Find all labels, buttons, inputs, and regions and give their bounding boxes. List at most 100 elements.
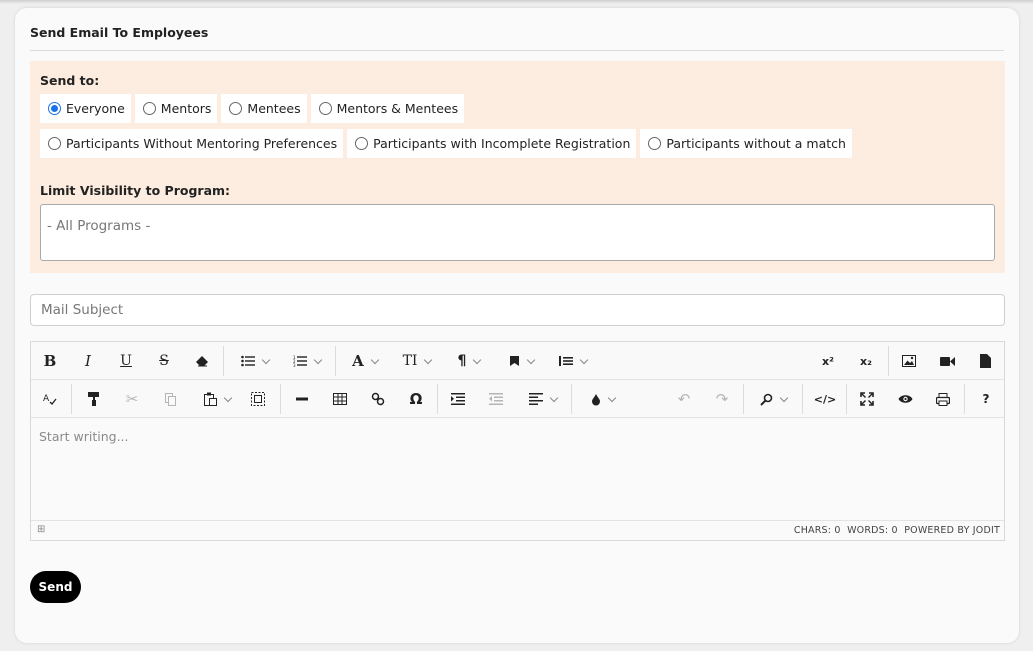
radio-incomplete-registration-label: Participants with Incomplete Registratio… <box>373 136 631 151</box>
card-title: Send Email To Employees <box>30 25 209 40</box>
radio-mentees-dot[interactable] <box>229 102 243 115</box>
font-button[interactable]: A <box>343 342 387 380</box>
send-button[interactable]: Send <box>30 571 81 603</box>
classes-button[interactable] <box>499 342 543 380</box>
bullet-list-button[interactable] <box>233 342 277 380</box>
visibility-label: Limit Visibility to Program: <box>40 183 231 198</box>
subscript-button[interactable]: x₂ <box>851 342 881 380</box>
mail-subject-placeholder: Mail Subject <box>41 302 124 318</box>
table-icon[interactable] <box>327 380 353 418</box>
font-size-button[interactable]: TI <box>395 342 439 380</box>
radio-mentors-mentees[interactable]: Mentors & Mentees <box>310 94 465 123</box>
editor-placeholder: Start writing... <box>39 429 129 444</box>
radio-mentors[interactable]: Mentors <box>134 94 218 123</box>
font-size-glyph: TI <box>402 353 418 369</box>
toolbar-separator <box>335 346 336 376</box>
powered-by-link[interactable]: POWERED BY JODIT <box>904 525 1000 536</box>
paragraph-glyph: ¶ <box>457 353 467 369</box>
toolbar-separator <box>280 384 281 414</box>
word-count: WORDS: 0 <box>847 525 898 536</box>
editor-content-area[interactable]: Start writing... <box>31 419 1004 520</box>
radio-no-preferences[interactable]: Participants Without Mentoring Preferenc… <box>40 129 344 158</box>
toolbar-separator <box>846 384 847 414</box>
program-select-value: - All Programs - <box>47 218 151 234</box>
toolbar-separator <box>437 384 438 414</box>
radio-everyone-label: Everyone <box>66 101 125 116</box>
radio-mentors-mentees-label: Mentors & Mentees <box>336 101 459 116</box>
title-divider <box>30 50 1004 51</box>
radio-mentees-label: Mentees <box>247 101 301 116</box>
video-icon[interactable] <box>931 342 963 380</box>
radio-without-match-label: Participants without a match <box>666 136 846 151</box>
find-replace-icon[interactable] <box>751 380 795 418</box>
preview-eye-icon[interactable] <box>889 380 921 418</box>
format-painter-icon[interactable] <box>81 380 107 418</box>
radio-mentees[interactable]: Mentees <box>221 94 307 123</box>
fullscreen-icon[interactable] <box>851 380 883 418</box>
email-card: Send Email To Employees Send to: Everyon… <box>15 8 1019 643</box>
toolbar-separator <box>888 346 889 376</box>
radio-mentors-mentees-dot[interactable] <box>318 102 332 115</box>
svg-text:3: 3 <box>293 363 296 367</box>
color-brush-icon[interactable] <box>581 380 625 418</box>
link-icon[interactable] <box>365 380 391 418</box>
bold-button[interactable]: B <box>37 342 63 380</box>
mail-subject-input[interactable]: Mail Subject <box>30 294 1005 326</box>
radio-everyone-dot[interactable] <box>48 102 61 115</box>
cut-icon[interactable]: ✂ <box>119 380 145 418</box>
radio-row-2: Participants Without Mentoring Preferenc… <box>40 129 852 158</box>
copy-icon[interactable] <box>157 380 183 418</box>
source-code-icon[interactable]: </> <box>810 380 840 418</box>
select-all-icon[interactable] <box>245 380 271 418</box>
radio-no-preferences-dot[interactable] <box>48 137 61 150</box>
italic-button[interactable]: I <box>75 342 101 380</box>
resize-handle-icon[interactable]: ⊞ <box>37 524 45 535</box>
horizontal-line-icon[interactable] <box>289 380 315 418</box>
file-icon[interactable] <box>969 342 1001 380</box>
toolbar-separator <box>71 384 72 414</box>
char-count: CHARS: 0 <box>793 525 841 536</box>
svg-text:A: A <box>43 394 50 404</box>
program-select[interactable]: - All Programs - <box>40 204 995 261</box>
outdent-icon[interactable] <box>483 380 509 418</box>
print-icon[interactable] <box>927 380 959 418</box>
toolbar-separator <box>802 384 803 414</box>
toolbar-separator <box>223 346 224 376</box>
paste-icon[interactable] <box>195 380 239 418</box>
numbered-list-button[interactable]: 123 <box>285 342 329 380</box>
radio-no-preferences-label: Participants Without Mentoring Preferenc… <box>66 136 338 151</box>
spellcheck-icon[interactable]: A <box>37 380 63 418</box>
undo-icon[interactable]: ↶ <box>671 380 697 418</box>
eraser-icon[interactable] <box>189 342 215 380</box>
status-info: CHARS: 0 WORDS: 0 POWERED BY JODIT <box>794 525 1000 536</box>
special-character-button[interactable]: Ω <box>403 380 429 418</box>
line-height-button[interactable] <box>551 342 595 380</box>
top-shadow <box>0 0 1033 4</box>
radio-incomplete-registration-dot[interactable] <box>355 137 369 150</box>
radio-without-match-dot[interactable] <box>648 137 662 150</box>
radio-mentors-dot[interactable] <box>142 102 156 115</box>
toolbar-row-2: A ✂ Ω ↶ ↷ </> ? <box>31 380 1004 418</box>
redo-icon[interactable]: ↷ <box>709 380 735 418</box>
paragraph-button[interactable]: ¶ <box>447 342 491 380</box>
radio-everyone[interactable]: Everyone <box>40 94 131 123</box>
toolbar-separator <box>571 384 572 414</box>
toolbar-row-1: B I U S 123 A TI ¶ x² x₂ <box>31 342 1004 380</box>
radio-without-match[interactable]: Participants without a match <box>640 129 852 158</box>
editor-status-bar: ⊞ CHARS: 0 WORDS: 0 POWERED BY JODIT <box>31 520 1004 540</box>
image-icon[interactable] <box>893 342 925 380</box>
radio-row-1: Everyone Mentors Mentees Mentors & Mente… <box>40 94 465 123</box>
rich-text-editor: B I U S 123 A TI ¶ x² x₂ A ✂ Ω ↶ ↷ </> ?… <box>30 341 1005 541</box>
radio-incomplete-registration[interactable]: Participants with Incomplete Registratio… <box>347 129 637 158</box>
toolbar-separator <box>964 384 965 414</box>
send-to-label: Send to: <box>40 73 100 88</box>
underline-button[interactable]: U <box>113 342 139 380</box>
help-button[interactable]: ? <box>971 380 1001 418</box>
toolbar-separator <box>743 384 744 414</box>
superscript-button[interactable]: x² <box>813 342 843 380</box>
radio-mentors-label: Mentors <box>160 101 212 116</box>
indent-icon[interactable] <box>445 380 471 418</box>
align-icon[interactable] <box>521 380 565 418</box>
strikethrough-button[interactable]: S <box>151 342 177 380</box>
font-glyph: A <box>352 352 364 370</box>
